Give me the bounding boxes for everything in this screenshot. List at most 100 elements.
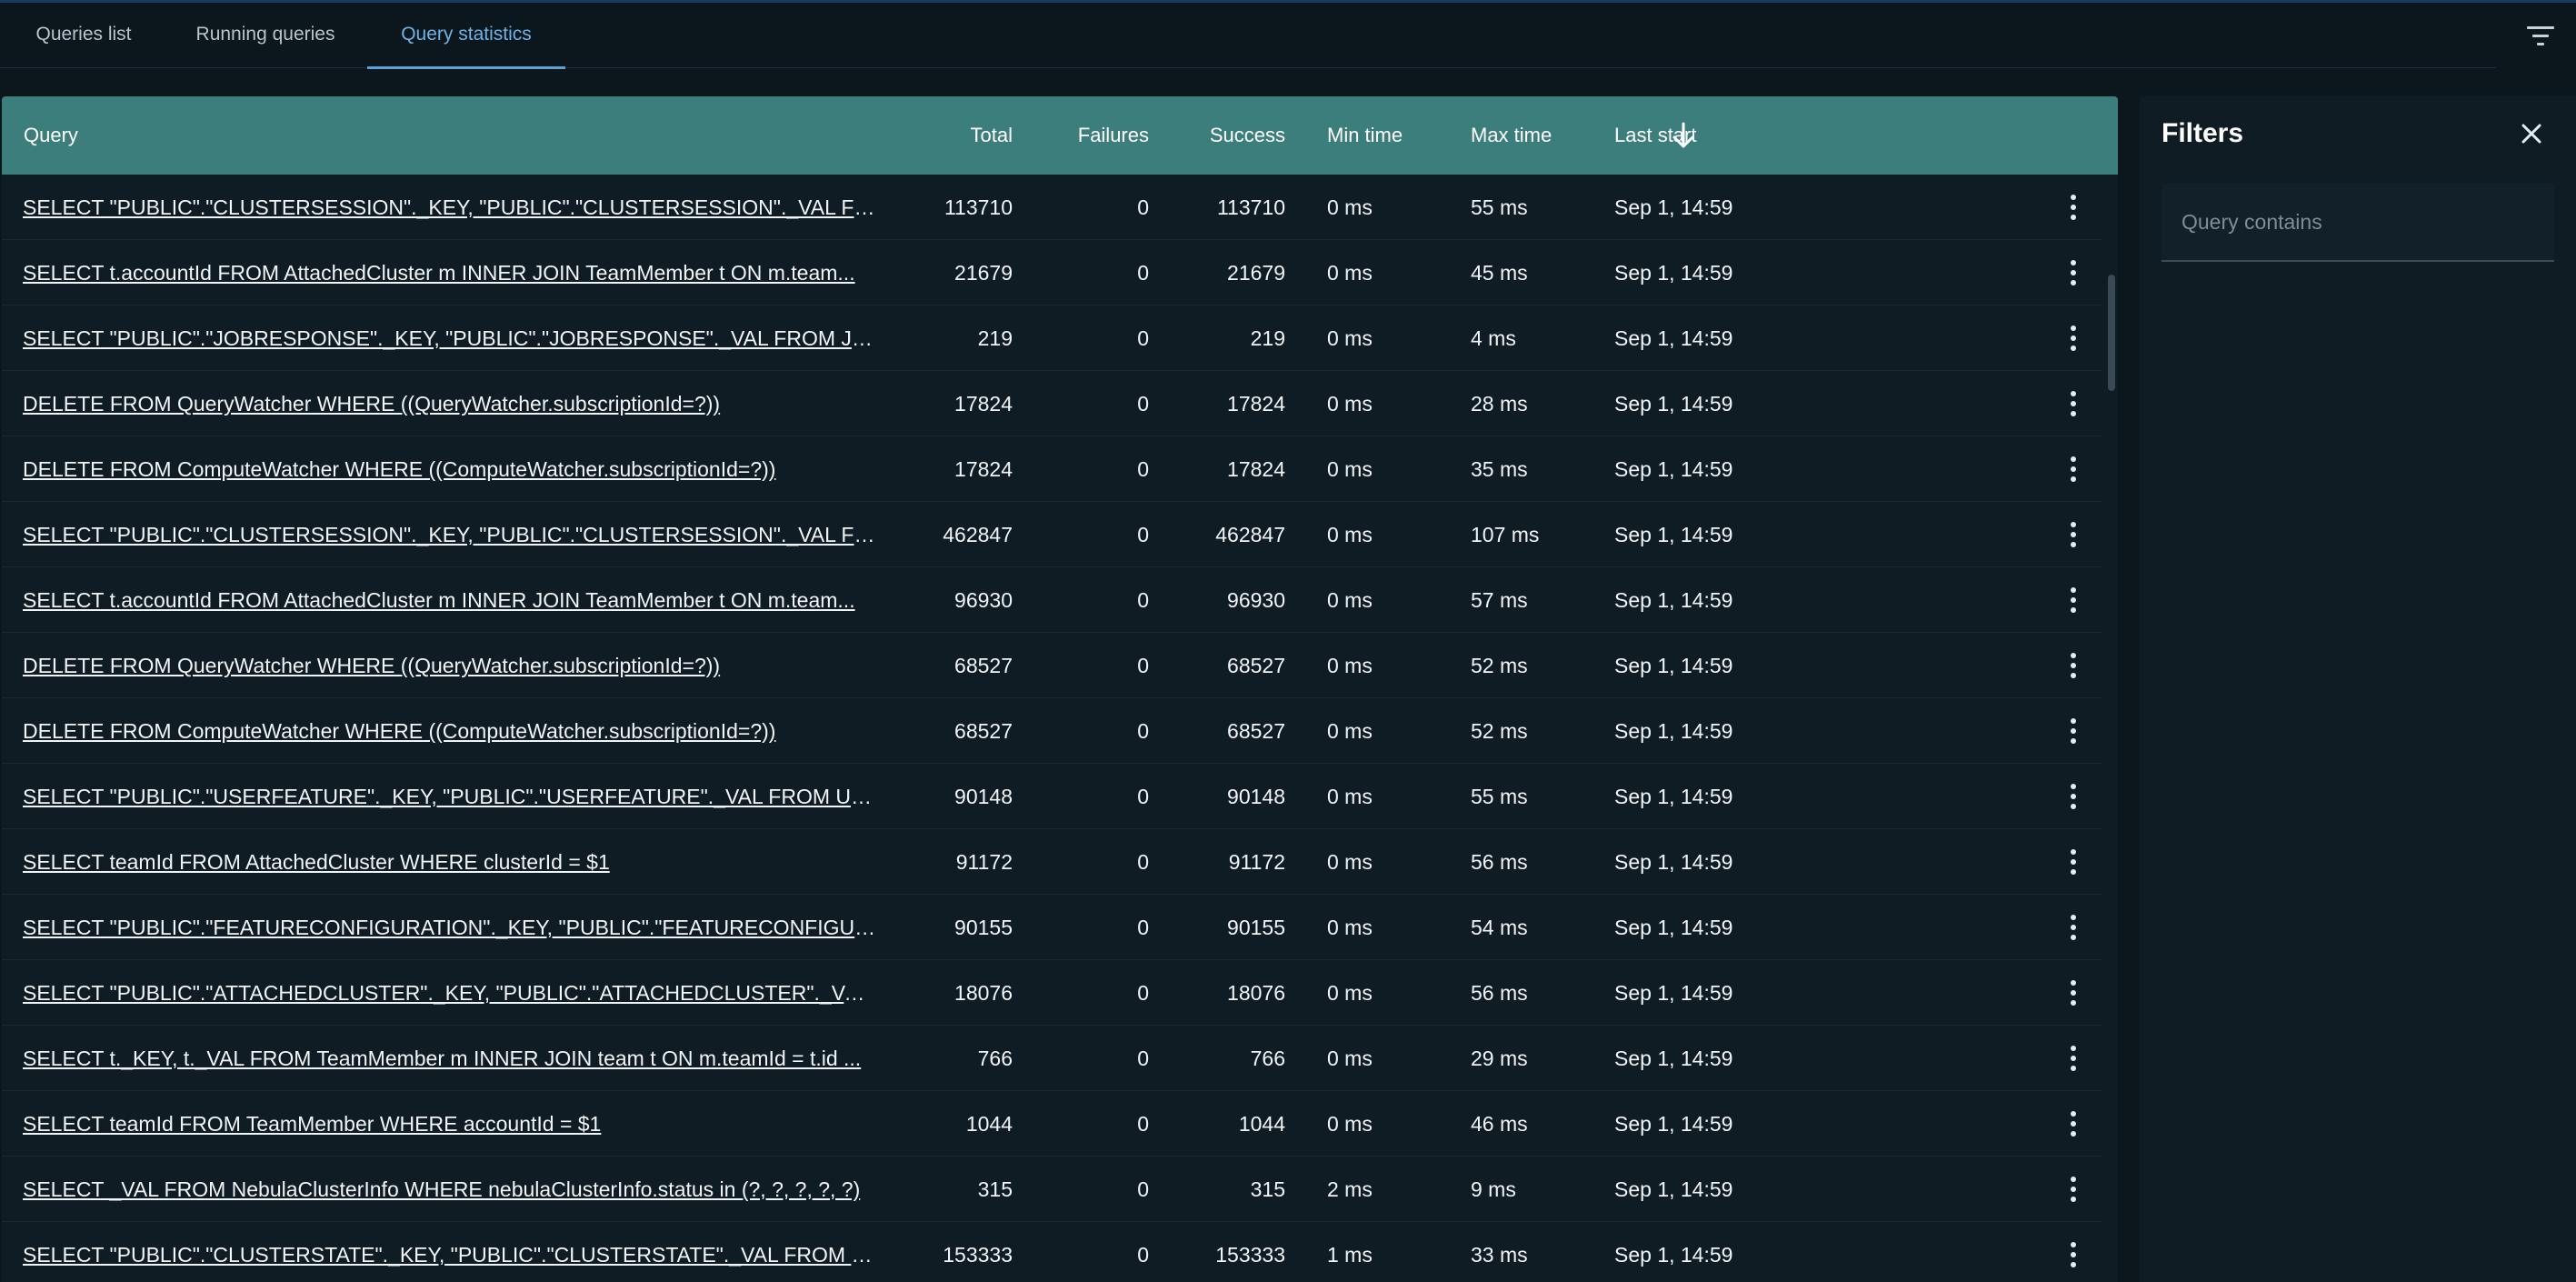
more-vertical-icon[interactable]	[2060, 191, 2087, 224]
failures-cell: 0	[1137, 1112, 1149, 1136]
total-cell: 766	[977, 1047, 1013, 1070]
query-contains-input[interactable]	[2162, 184, 2554, 260]
max-time-cell: 56 ms	[1471, 981, 1528, 1005]
total-cell: 315	[977, 1177, 1013, 1201]
more-vertical-icon[interactable]	[2060, 1238, 2087, 1271]
table-row[interactable]: SELECT "PUBLIC"."FEATURECONFIGURATION"._…	[2, 895, 2102, 960]
total-cell: 21679	[954, 261, 1013, 285]
more-vertical-icon[interactable]	[2060, 780, 2087, 813]
failures-cell: 0	[1137, 719, 1149, 743]
table-row[interactable]: SELECT t.accountId FROM AttachedCluster …	[2, 240, 2102, 305]
query-link[interactable]: DELETE FROM QueryWatcher WHERE ((QueryWa…	[23, 633, 877, 698]
min-time-cell: 0 ms	[1327, 326, 1373, 350]
table-row[interactable]: SELECT "PUBLIC"."CLUSTERSESSION"._KEY, "…	[2, 502, 2102, 567]
failures-cell: 0	[1137, 981, 1149, 1005]
more-vertical-icon[interactable]	[2060, 846, 2087, 878]
tab-query-statistics[interactable]: Query statistics	[367, 3, 565, 69]
query-link[interactable]: SELECT "PUBLIC"."CLUSTERSTATE"._KEY, "PU…	[23, 1222, 877, 1282]
success-cell: 1044	[1238, 1112, 1285, 1136]
query-link[interactable]: SELECT "PUBLIC"."USERFEATURE"._KEY, "PUB…	[23, 764, 877, 829]
query-link[interactable]: SELECT teamId FROM TeamMember WHERE acco…	[23, 1091, 877, 1157]
tab-running-queries[interactable]: Running queries	[185, 3, 345, 68]
query-link[interactable]: SELECT t.accountId FROM AttachedCluster …	[23, 567, 877, 633]
min-time-cell: 0 ms	[1327, 981, 1373, 1005]
table-row[interactable]: SELECT teamId FROM AttachedCluster WHERE…	[2, 829, 2102, 895]
more-vertical-icon[interactable]	[2060, 322, 2087, 355]
min-time-cell: 2 ms	[1327, 1177, 1373, 1201]
last-start-cell: Sep 1, 14:59	[1614, 850, 1733, 874]
table-row[interactable]: SELECT teamId FROM TeamMember WHERE acco…	[2, 1091, 2102, 1157]
query-link[interactable]: SELECT "PUBLIC"."CLUSTERSESSION"._KEY, "…	[23, 502, 877, 567]
max-time-cell: 28 ms	[1471, 392, 1528, 416]
column-header-max-time[interactable]: Max time	[1471, 96, 1552, 175]
table-row[interactable]: DELETE FROM ComputeWatcher WHERE ((Compu…	[2, 698, 2102, 764]
more-vertical-icon[interactable]	[2060, 518, 2087, 551]
failures-cell: 0	[1137, 523, 1149, 546]
failures-cell: 0	[1137, 785, 1149, 808]
more-vertical-icon[interactable]	[2060, 1107, 2087, 1140]
query-link[interactable]: DELETE FROM ComputeWatcher WHERE ((Compu…	[23, 698, 877, 764]
more-vertical-icon[interactable]	[2060, 453, 2087, 486]
query-link[interactable]: SELECT t._KEY, t._VAL FROM TeamMember m …	[23, 1026, 877, 1091]
table-scrollbar[interactable]	[2105, 175, 2118, 1282]
table-row[interactable]: DELETE FROM ComputeWatcher WHERE ((Compu…	[2, 436, 2102, 502]
query-link[interactable]: SELECT _VAL FROM NebulaClusterInfo WHERE…	[23, 1157, 877, 1222]
min-time-cell: 0 ms	[1327, 261, 1373, 285]
more-vertical-icon[interactable]	[2060, 256, 2087, 289]
more-vertical-icon[interactable]	[2060, 649, 2087, 682]
query-link[interactable]: SELECT "PUBLIC"."ATTACHEDCLUSTER"._KEY, …	[23, 960, 877, 1026]
query-link[interactable]: SELECT "PUBLIC"."FEATURECONFIGURATION"._…	[23, 895, 877, 960]
min-time-cell: 0 ms	[1327, 588, 1373, 612]
column-header-total[interactable]: Total	[922, 96, 1013, 175]
column-header-failures[interactable]: Failures	[1040, 96, 1149, 175]
query-link[interactable]: DELETE FROM QueryWatcher WHERE ((QueryWa…	[23, 371, 877, 436]
more-vertical-icon[interactable]	[2060, 1173, 2087, 1206]
max-time-cell: 55 ms	[1471, 785, 1528, 808]
more-vertical-icon[interactable]	[2060, 1042, 2087, 1075]
success-cell: 90155	[1227, 916, 1285, 939]
table-row[interactable]: SELECT t._KEY, t._VAL FROM TeamMember m …	[2, 1026, 2102, 1091]
tab-queries-list[interactable]: Queries list	[18, 3, 149, 68]
table-row[interactable]: SELECT t.accountId FROM AttachedCluster …	[2, 567, 2102, 633]
table-row[interactable]: SELECT "PUBLIC"."ATTACHEDCLUSTER"._KEY, …	[2, 960, 2102, 1026]
table-row[interactable]: SELECT _VAL FROM NebulaClusterInfo WHERE…	[2, 1157, 2102, 1222]
query-link[interactable]: SELECT "PUBLIC"."CLUSTERSESSION"._KEY, "…	[23, 175, 877, 240]
more-vertical-icon[interactable]	[2060, 911, 2087, 944]
total-cell: 96930	[954, 588, 1013, 612]
min-time-cell: 0 ms	[1327, 195, 1373, 219]
last-start-cell: Sep 1, 14:59	[1614, 654, 1733, 677]
last-start-cell: Sep 1, 14:59	[1614, 785, 1733, 808]
table-row[interactable]: SELECT "PUBLIC"."CLUSTERSTATE"._KEY, "PU…	[2, 1222, 2102, 1282]
success-cell: 18076	[1227, 981, 1285, 1005]
column-header-query[interactable]: Query	[24, 96, 78, 175]
arrow-down-icon[interactable]	[1671, 121, 1696, 150]
table-row[interactable]: DELETE FROM QueryWatcher WHERE ((QueryWa…	[2, 371, 2102, 436]
column-header-success[interactable]: Success	[1176, 96, 1285, 175]
success-cell: 68527	[1227, 719, 1285, 743]
table-row[interactable]: SELECT "PUBLIC"."USERFEATURE"._KEY, "PUB…	[2, 764, 2102, 829]
filter-list-icon[interactable]	[2527, 23, 2558, 50]
query-link[interactable]: SELECT t.accountId FROM AttachedCluster …	[23, 240, 877, 305]
more-vertical-icon[interactable]	[2060, 977, 2087, 1009]
failures-cell: 0	[1137, 654, 1149, 677]
max-time-cell: 35 ms	[1471, 457, 1528, 481]
table-row[interactable]: SELECT "PUBLIC"."CLUSTERSESSION"._KEY, "…	[2, 175, 2102, 240]
success-cell: 766	[1250, 1047, 1285, 1070]
last-start-cell: Sep 1, 14:59	[1614, 916, 1733, 939]
query-contains-field[interactable]	[2162, 184, 2554, 262]
query-link[interactable]: SELECT "PUBLIC"."JOBRESPONSE"._KEY, "PUB…	[23, 305, 877, 371]
table-scrollbar-thumb[interactable]	[2108, 275, 2115, 391]
more-vertical-icon[interactable]	[2060, 584, 2087, 616]
last-start-cell: Sep 1, 14:59	[1614, 981, 1733, 1005]
query-link[interactable]: DELETE FROM ComputeWatcher WHERE ((Compu…	[23, 436, 877, 502]
tab-bar: Queries list Running queries Query stati…	[0, 3, 2496, 69]
failures-cell: 0	[1137, 261, 1149, 285]
column-header-min-time[interactable]: Min time	[1327, 96, 1403, 175]
max-time-cell: 107 ms	[1471, 523, 1540, 546]
close-icon[interactable]	[2518, 120, 2545, 147]
more-vertical-icon[interactable]	[2060, 387, 2087, 420]
table-row[interactable]: DELETE FROM QueryWatcher WHERE ((QueryWa…	[2, 633, 2102, 698]
more-vertical-icon[interactable]	[2060, 715, 2087, 747]
query-link[interactable]: SELECT teamId FROM AttachedCluster WHERE…	[23, 829, 877, 895]
table-row[interactable]: SELECT "PUBLIC"."JOBRESPONSE"._KEY, "PUB…	[2, 305, 2102, 371]
